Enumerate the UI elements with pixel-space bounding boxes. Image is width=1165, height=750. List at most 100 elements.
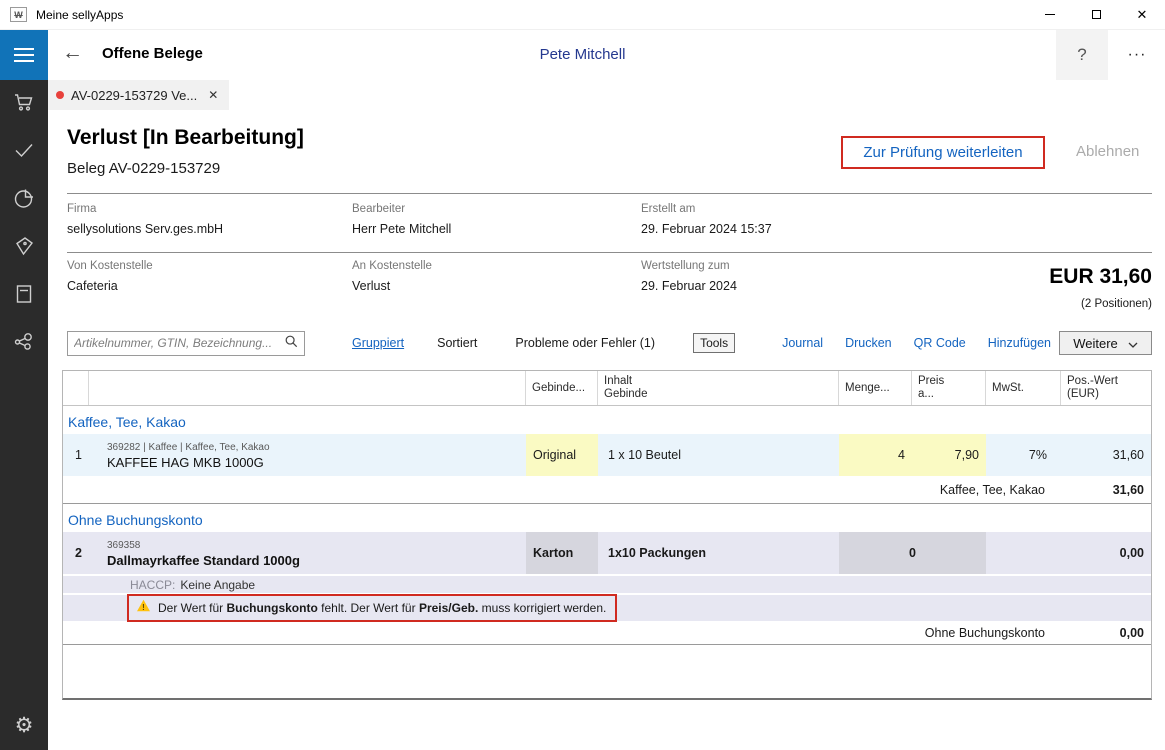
search-input[interactable] [74, 336, 284, 350]
menge-cell[interactable]: 4 [839, 434, 912, 476]
user-name-link[interactable]: Pete Mitchell [540, 46, 626, 63]
gebinde-cell[interactable]: Karton [526, 532, 598, 574]
search-icon [284, 334, 298, 353]
col-header-pos [63, 371, 89, 405]
title-bar: W Meine sellyApps ✕ [0, 0, 1165, 30]
col-header-mwst[interactable]: MwSt. [986, 371, 1061, 405]
field-value: Verlust [352, 279, 622, 293]
preis-cell[interactable]: 7,90 [912, 434, 986, 476]
inhalt-cell: 1 x 10 Beutel [598, 434, 839, 476]
field-value: sellysolutions Serv.ges.mbH [67, 222, 337, 236]
forward-for-review-button[interactable]: Zur Prüfung weiterleiten [863, 144, 1022, 161]
journal-link[interactable]: Journal [782, 336, 823, 350]
chevron-down-icon [1128, 336, 1138, 351]
subtotal-label: Kaffee, Tee, Kakao [63, 483, 1061, 497]
print-link[interactable]: Drucken [845, 336, 892, 350]
minimize-icon [1045, 14, 1055, 15]
col-header-inhalt[interactable]: InhaltGebinde [598, 371, 839, 405]
item-toolbar: Gruppiert Sortiert Probleme oder Fehler … [67, 329, 1152, 357]
table-row[interactable]: 2 369358 Dallmayrkaffee Standard 1000g K… [63, 532, 1151, 574]
sidebar-item-cart[interactable] [0, 80, 48, 128]
table-row[interactable]: 1 369282 | Kaffee | Kaffee, Tee, Kakao K… [63, 434, 1151, 476]
tab-close-icon[interactable]: ✕ [208, 88, 218, 102]
field-label: Firma [67, 203, 337, 215]
group-subtotal-ohne-buchungskonto: Ohne Buchungskonto 0,00 [63, 621, 1151, 645]
annotation-box-forward: Zur Prüfung weiterleiten [841, 136, 1045, 169]
sidebar-item-share[interactable] [0, 320, 48, 368]
sidebar-item-reports[interactable] [0, 176, 48, 224]
col-header-gebinde[interactable]: Gebinde... [526, 371, 598, 405]
app-logo-icon: W [10, 7, 27, 22]
grouped-link[interactable]: Gruppiert [352, 336, 404, 350]
book-icon [12, 282, 36, 311]
field-label: Von Kostenstelle [67, 260, 337, 272]
settings-button[interactable]: ⚙ [0, 702, 48, 748]
document-tab[interactable]: AV-0229-153729 Ve... ✕ [48, 80, 229, 110]
article-description: 369358 Dallmayrkaffee Standard 1000g [89, 532, 526, 574]
sidebar-item-tasks[interactable] [0, 128, 48, 176]
row-position: 1 [63, 434, 89, 476]
sorted-link[interactable]: Sortiert [437, 336, 477, 350]
warning-message: Der Wert für Buchungskonto fehlt. Der We… [158, 601, 606, 615]
minimize-button[interactable] [1027, 0, 1073, 30]
group-header-kaffee: Kaffee, Tee, Kakao [63, 406, 1151, 434]
app-header: ← Offene Belege Pete Mitchell ? ··· [0, 30, 1165, 80]
mwst-cell: 7% [986, 434, 1061, 476]
validation-warning-row: ! Der Wert für Buchungskonto fehlt. Der … [63, 593, 1151, 621]
haccp-row: HACCP: Keine Angabe [63, 574, 1151, 593]
haccp-label: HACCP: [130, 578, 175, 592]
problems-link[interactable]: Probleme oder Fehler (1) [515, 336, 655, 350]
col-header-menge[interactable]: Menge... [839, 371, 912, 405]
menge-cell[interactable]: 0 [839, 532, 986, 574]
position-count: (2 Positionen) [852, 298, 1152, 310]
back-button[interactable]: ← [62, 41, 83, 65]
qr-code-link[interactable]: QR Code [914, 336, 966, 350]
article-meta: 369358 [107, 538, 140, 553]
header-more-button[interactable]: ··· [1115, 30, 1159, 80]
annotation-box-warning: ! Der Wert für Buchungskonto fehlt. Der … [127, 594, 617, 622]
gebinde-cell[interactable]: Original [526, 434, 598, 476]
help-button[interactable]: ? [1056, 30, 1108, 80]
more-actions-dropdown[interactable]: Weitere [1059, 331, 1152, 355]
tab-label: AV-0229-153729 Ve... [71, 88, 197, 103]
field-von-kostenstelle: Von Kostenstelle Cafeteria [67, 260, 337, 293]
col-header-poswert[interactable]: Pos.-Wert(EUR) [1061, 371, 1151, 405]
unsaved-dot-icon [56, 91, 64, 99]
subtotal-value: 31,60 [1061, 483, 1151, 497]
window-title: Meine sellyApps [36, 8, 123, 22]
col-header-preis[interactable]: Preisa... [912, 371, 986, 405]
tab-strip: AV-0229-153729 Ve... ✕ [48, 80, 1165, 110]
divider [67, 193, 1152, 194]
document-title: Verlust [In Bearbeitung] [67, 126, 304, 150]
sidebar-item-journal[interactable] [0, 272, 48, 320]
subtotal-value: 0,00 [1061, 626, 1151, 640]
tools-button[interactable]: Tools [693, 333, 735, 353]
reject-button[interactable]: Ablehnen [1076, 143, 1139, 160]
field-label: Bearbeiter [352, 203, 622, 215]
mwst-cell [986, 532, 1061, 574]
back-arrow-icon: ← [62, 41, 83, 64]
poswert-cell: 31,60 [1061, 434, 1151, 476]
window-controls: ✕ [1027, 0, 1165, 30]
sidebar-item-tags[interactable] [0, 224, 48, 272]
table-header-row: Gebinde... InhaltGebinde Menge... Preisa… [63, 371, 1151, 406]
add-link[interactable]: Hinzufügen [988, 336, 1051, 350]
document-number: Beleg AV-0229-153729 [67, 160, 220, 177]
article-search-box[interactable] [67, 331, 305, 356]
close-button[interactable]: ✕ [1119, 0, 1165, 30]
article-name: KAFFEE HAG MKB 1000G [107, 455, 264, 470]
positions-table: Gebinde... InhaltGebinde Menge... Preisa… [62, 370, 1152, 700]
subtotal-label: Ohne Buchungskonto [63, 626, 1061, 640]
close-icon: ✕ [1137, 7, 1148, 23]
article-meta: 369282 | Kaffee | Kaffee, Tee, Kakao [107, 440, 270, 455]
hamburger-menu-button[interactable] [0, 30, 48, 80]
field-label: Erstellt am [641, 203, 911, 215]
field-erstellt-am: Erstellt am 29. Februar 2024 15:37 [641, 203, 911, 236]
col-header-article [89, 371, 526, 405]
maximize-button[interactable] [1073, 0, 1119, 30]
document-total: EUR 31,60 [852, 265, 1152, 289]
more-actions-label: Weitere [1073, 336, 1118, 351]
warning-triangle-icon: ! [136, 599, 151, 617]
article-description: 369282 | Kaffee | Kaffee, Tee, Kakao KAF… [89, 434, 526, 476]
field-an-kostenstelle: An Kostenstelle Verlust [352, 260, 622, 293]
